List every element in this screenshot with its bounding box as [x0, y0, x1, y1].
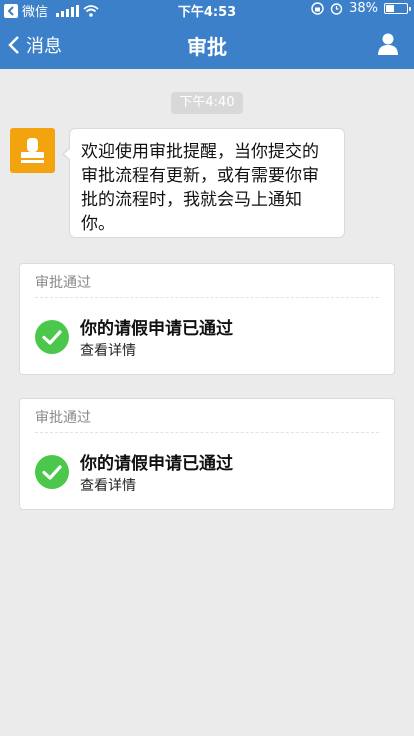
chevron-left-icon: [8, 36, 19, 54]
user-icon[interactable]: [376, 32, 400, 56]
card-header: 审批通过: [35, 410, 91, 426]
view-details-link[interactable]: 查看详情: [80, 475, 136, 495]
card-title: 你的请假申请已通过: [80, 454, 233, 474]
back-button-label: 消息: [26, 36, 62, 57]
battery-fill: [386, 5, 394, 12]
view-details-link[interactable]: 查看详情: [80, 340, 136, 360]
battery-icon: [384, 3, 411, 14]
battery-percent: 38%: [349, 1, 378, 16]
bot-avatar[interactable]: [10, 128, 55, 173]
check-circle-icon: [35, 455, 69, 489]
message-timestamp: 下午4:40: [171, 92, 243, 114]
check-circle-icon: [35, 320, 69, 354]
orientation-lock-icon: [311, 2, 324, 15]
card-title: 你的请假申请已通过: [80, 319, 233, 339]
status-right: 38%: [311, 1, 411, 16]
approval-card[interactable]: 审批通过 你的请假申请已通过 查看详情: [19, 263, 395, 375]
card-header: 审批通过: [35, 275, 91, 291]
stamp-icon: [21, 138, 44, 163]
welcome-message: 欢迎使用审批提醒，当你提交的审批流程有更新，或有需要你审批的流程时，我就会马上通…: [62, 128, 345, 238]
status-bar: 微信 下午4:53 38%: [0, 0, 414, 20]
header: 微信 下午4:53 38% 消息 审批: [0, 0, 414, 69]
card-divider: [35, 432, 379, 433]
approval-card[interactable]: 审批通过 你的请假申请已通过 查看详情: [19, 398, 395, 510]
alarm-icon: [330, 3, 343, 15]
page-title: 审批: [187, 35, 227, 59]
card-divider: [35, 297, 379, 298]
back-button[interactable]: 消息: [8, 32, 62, 58]
